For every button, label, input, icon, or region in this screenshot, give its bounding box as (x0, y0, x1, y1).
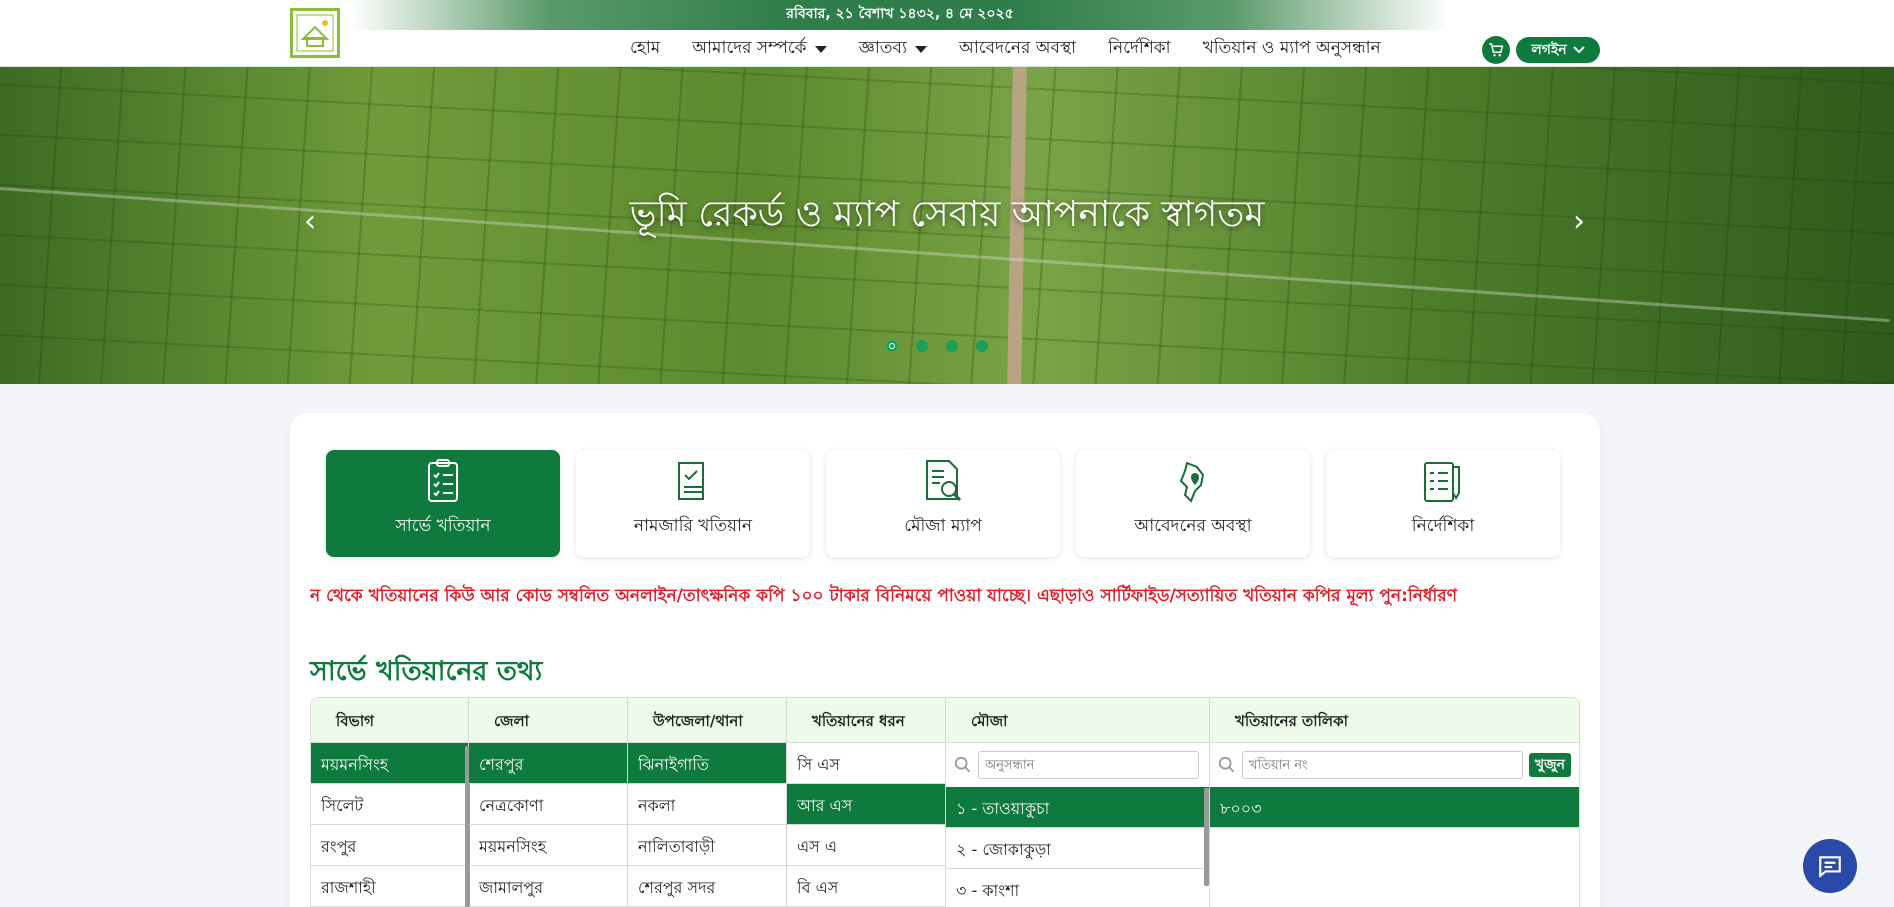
carousel-dot[interactable] (916, 340, 928, 352)
nav-label: আবেদনের অবস্থা (958, 38, 1077, 58)
site-header: রবিবার, ২১ বৈশাখ ১৪৩২, ৪ মে ২০২৫ হোম আমা… (0, 0, 1894, 67)
upazila-header: উপজেলা/থানা (628, 698, 786, 743)
division-option[interactable]: সিলেট (311, 784, 468, 825)
mouza-header: মৌজা (946, 698, 1209, 743)
service-mutation-khatian[interactable]: নামজারি খতিয়ান (576, 450, 810, 557)
district-header: জেলা (469, 698, 627, 743)
mouza-search-row (946, 743, 1209, 787)
division-option[interactable]: ময়মনসিংহ (311, 743, 468, 784)
division-column: বিভাগ ময়মনসিংহ সিলেট রংপুর রাজশাহী (311, 698, 469, 907)
mouza-option[interactable]: ৩ - কাংশা (946, 869, 1209, 907)
khatian-list-header: খতিয়ানের তালিকা (1210, 698, 1579, 743)
khatian-type-option[interactable]: বি এস (787, 866, 945, 907)
service-label: সার্ভে খতিয়ান (395, 516, 491, 536)
document-search-icon (926, 460, 962, 502)
district-option[interactable]: জামালপুর (469, 866, 627, 907)
khatian-search-row: খুজুন (1210, 743, 1579, 787)
district-option[interactable]: শেরপুর (469, 743, 627, 784)
khatian-type-option[interactable]: এস এ (787, 825, 945, 866)
division-option[interactable]: রংপুর (311, 825, 468, 866)
hero-carousel: ভূমি রেকর্ড ও ম্যাপ সেবায় আপনাকে স্বাগত… (0, 67, 1894, 384)
map-pin-icon (1179, 461, 1205, 503)
nav-label: জ্ঞাতব্য (858, 38, 907, 58)
search-icon (954, 756, 971, 773)
carousel-dot[interactable] (946, 340, 958, 352)
main-nav: হোম আমাদের সম্পর্কে জ্ঞাতব্য আবেদনের অবস… (630, 34, 1381, 64)
mouza-scrollbar[interactable] (1204, 788, 1209, 886)
mouza-option[interactable]: ২ - জোকাকুড়া (946, 828, 1209, 869)
upazila-option[interactable]: নালিতাবাড়ী (628, 825, 786, 866)
chat-button[interactable] (1803, 839, 1857, 893)
upazila-option[interactable]: নকলা (628, 784, 786, 825)
service-guidelines[interactable]: নির্দেশিকা (1326, 450, 1560, 557)
district-option[interactable]: ময়মনসিংহ (469, 825, 627, 866)
khatian-list-column: খতিয়ানের তালিকা খুজুন ৮০০৩ (1210, 698, 1579, 907)
khatian-selector-table: বিভাগ ময়মনসিংহ সিলেট রংপুর রাজশাহী জেলা… (310, 697, 1580, 907)
khatian-type-column: খতিয়ানের ধরন সি এস আর এস এস এ বি এস (787, 698, 946, 907)
nav-label: খতিয়ান ও ম্যাপ অনুসন্ধান (1202, 38, 1381, 58)
date-banner: রবিবার, ২১ বৈশাখ ১৪৩২, ৪ মে ২০২৫ (350, 0, 1450, 30)
clipboard-checklist-icon (428, 459, 458, 502)
nav-about[interactable]: আমাদের সম্পর্কে (692, 35, 827, 63)
service-application-status[interactable]: আবেদনের অবস্থা (1076, 450, 1310, 557)
nav-khatian-map-search[interactable]: খতিয়ান ও ম্যাপ অনুসন্ধান (1203, 35, 1381, 63)
nav-label: নির্দেশিকা (1108, 38, 1171, 58)
khatian-type-option[interactable]: আর এস (787, 784, 945, 825)
nav-label: হোম (630, 38, 661, 58)
caret-down-icon (914, 45, 927, 53)
upazila-option[interactable]: শেরপুর সদর (628, 866, 786, 907)
carousel-indicators (886, 340, 988, 352)
site-logo[interactable] (290, 8, 340, 58)
find-button[interactable]: খুজুন (1528, 753, 1571, 777)
district-option[interactable]: নেত্রকোণা (469, 784, 627, 825)
khatian-result[interactable]: ৮০০৩ (1210, 787, 1579, 828)
carousel-prev-button[interactable]: ‹ (295, 202, 325, 242)
nav-label: আমাদের সম্পর্কে (692, 38, 807, 58)
mouza-option[interactable]: ১ - তাওয়াকুচা (946, 787, 1209, 828)
checklist-pen-icon (1424, 462, 1460, 502)
khatian-type-option[interactable]: সি এস (787, 743, 945, 784)
section-title: সার্ভে খতিয়ানের তথ্য (310, 656, 543, 687)
mouza-search-input[interactable] (978, 751, 1199, 779)
nav-application-status[interactable]: আবেদনের অবস্থা (959, 35, 1076, 63)
nav-guidelines[interactable]: নির্দেশিকা (1108, 35, 1171, 63)
chat-icon (1819, 856, 1841, 879)
upazila-column: উপজেলা/থানা ঝিনাইগাতি নকলা নালিতাবাড়ী শ… (628, 698, 787, 907)
carousel-dot[interactable] (976, 340, 988, 352)
hero-title: ভূমি রেকর্ড ও ম্যাপ সেবায় আপনাকে স্বাগত… (629, 194, 1265, 235)
caret-down-icon (814, 45, 827, 53)
khatian-number-input[interactable] (1242, 751, 1523, 779)
mouza-column: মৌজা ১ - তাওয়াকুচা ২ - জোকাকুড়া ৩ - কা… (946, 698, 1210, 907)
district-column: জেলা শেরপুর নেত্রকোণা ময়মনসিংহ জামালপুর (469, 698, 628, 907)
nav-info[interactable]: জ্ঞাতব্য (859, 35, 927, 63)
carousel-dot[interactable] (886, 340, 898, 352)
service-mouza-map[interactable]: মৌজা ম্যাপ (826, 450, 1060, 557)
service-label: নামজারি খতিয়ান (633, 516, 753, 536)
nav-home[interactable]: হোম (630, 35, 660, 63)
service-label: মৌজা ম্যাপ (904, 516, 982, 536)
division-option[interactable]: রাজশাহী (311, 866, 468, 907)
cart-button[interactable] (1482, 36, 1510, 64)
chevron-down-icon (1572, 46, 1585, 54)
service-survey-khatian[interactable]: সার্ভে খতিয়ান (326, 450, 560, 557)
document-check-icon (678, 462, 704, 500)
search-icon (1218, 756, 1235, 773)
service-tabs: সার্ভে খতিয়ান নামজারি খতিয়ান মৌজা ম্যা… (326, 450, 1560, 557)
cart-icon (1489, 43, 1504, 57)
carousel-next-button[interactable]: › (1564, 202, 1594, 242)
khatian-type-header: খতিয়ানের ধরন (787, 698, 945, 743)
division-header: বিভাগ (311, 698, 468, 743)
main-card: সার্ভে খতিয়ান নামজারি খতিয়ান মৌজা ম্যা… (290, 413, 1600, 907)
service-label: নির্দেশিকা (1411, 516, 1475, 536)
upazila-option[interactable]: ঝিনাইগাতি (628, 743, 786, 784)
service-label: আবেদনের অবস্থা (1134, 516, 1252, 536)
login-button[interactable]: লগইন (1516, 37, 1600, 63)
login-label: লগইন (1531, 42, 1567, 58)
notice-marquee: ন থেকে খতিয়ানের কিউ আর কোড সম্বলিত অনলা… (310, 586, 1457, 606)
